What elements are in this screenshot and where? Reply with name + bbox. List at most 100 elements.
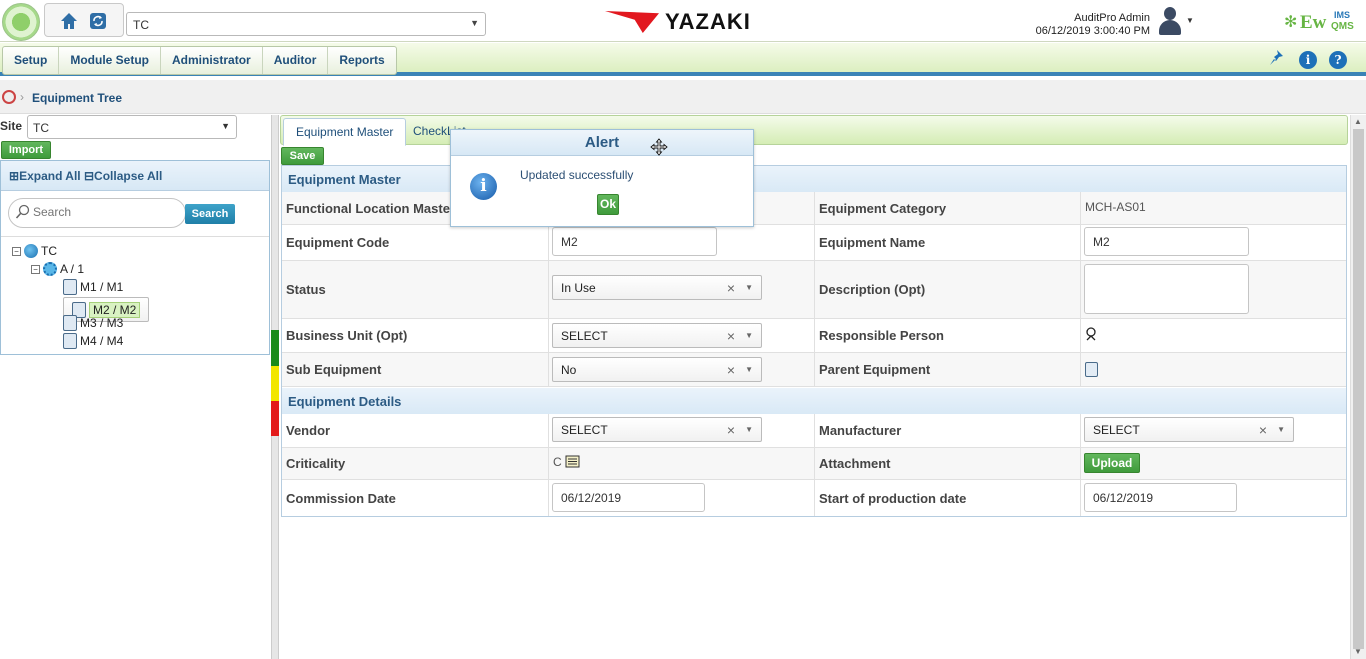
brand-name: YAZAKI [665,9,751,34]
clear-icon[interactable]: × [727,362,735,378]
status-indicator-green [271,330,279,366]
tree-node-label: TC [41,244,57,258]
equipment-icon [63,333,77,349]
home-icon[interactable] [58,10,80,32]
collapse-all-button[interactable]: ⊟Collapse All [84,169,162,183]
chevron-down-icon: ▼ [1277,425,1285,434]
help-icon[interactable]: ? [1329,51,1347,69]
sub-equipment-select-value: No [561,362,577,377]
product-logo: ✻ Ew IMS QMS [1284,8,1364,36]
person-lookup-icon[interactable] [1085,327,1097,344]
vendor-label: Vendor [286,423,331,438]
app-logo-icon[interactable] [2,3,40,41]
clear-icon[interactable]: × [727,422,735,438]
equipment-code-input[interactable]: M2 [552,227,717,256]
module-icon [2,90,16,104]
import-button[interactable]: Import [1,141,51,159]
site-dropdown-value: TC [133,18,149,32]
expand-all-button[interactable]: ⊞Expand All [9,169,81,183]
site-label: Site [0,119,23,133]
equipment-code-label: Equipment Code [286,235,390,250]
form-row: Equipment Code Equipment Name M2 M2 [282,225,1346,261]
status-select-value: In Use [561,280,596,295]
alert-message: Updated successfully [520,168,634,182]
collapse-toggle-icon[interactable]: − [31,264,40,274]
globe-icon [24,244,38,258]
equipment-form-panel: Equipment Master CheckList Save Equipmen… [280,115,1350,659]
tab-bar: Equipment Master CheckList [280,115,1348,146]
move-cursor-icon [650,138,668,156]
criticality-lookup-icon[interactable] [565,455,580,471]
brand-swoosh-icon [605,11,659,33]
user-avatar-icon[interactable] [1155,5,1185,37]
alert-title[interactable]: Alert [451,130,753,156]
status-select[interactable]: In Use × ▼ [552,275,762,300]
description-label: Description (Opt) [819,282,926,297]
left-site-dropdown[interactable]: TC ▼ [27,115,237,139]
production-date-input[interactable]: 06/12/2019 [1084,483,1237,512]
pin-icon[interactable] [1268,49,1286,70]
section-equipment-master: Equipment Master [282,166,1346,192]
scrollbar-thumb[interactable] [1353,129,1364,649]
criticality-value: C [553,455,562,469]
chevron-down-icon: ▼ [745,425,753,434]
menu-module-setup[interactable]: Module Setup [59,47,162,74]
user-menu-caret-icon[interactable]: ▼ [1186,16,1194,25]
collapse-toggle-icon[interactable]: − [12,246,21,256]
scroll-up-icon[interactable]: ▲ [1354,117,1362,126]
form-row: Criticality C Attachment Upload [282,448,1346,480]
info-icon[interactable]: i [1299,51,1317,69]
clear-icon[interactable]: × [727,328,735,344]
current-datetime: 06/12/2019 3:00:40 PM [1035,25,1150,37]
brand-logo: YAZAKI [605,9,785,35]
tree-node-leaf[interactable]: M4 / M4 [63,333,123,349]
business-unit-select-value: SELECT [561,328,608,343]
tree-node-leaf[interactable]: M3 / M3 [63,315,123,331]
ok-button[interactable]: Ok [597,194,619,215]
equipment-name-input[interactable]: M2 [1084,227,1249,256]
svg-text:Ew: Ew [1300,12,1327,33]
vertical-scrollbar[interactable]: ▲ ▼ [1350,115,1366,659]
business-unit-select[interactable]: SELECT × ▼ [552,323,762,348]
equipment-category-label: Equipment Category [819,200,947,216]
menu-auditor[interactable]: Auditor [263,47,329,74]
parent-equipment-label: Parent Equipment [819,362,931,377]
parent-equipment-lookup-icon[interactable] [1085,362,1098,377]
attachment-label: Attachment [819,456,891,471]
equipment-category-value: MCH-AS01 [1085,200,1146,214]
manufacturer-select[interactable]: SELECT × ▼ [1084,417,1294,442]
equipment-name-label: Equipment Name [819,235,926,250]
menu-reports[interactable]: Reports [328,47,395,74]
menu-setup[interactable]: Setup [3,47,60,74]
quick-toolbar [44,3,124,37]
commission-date-input[interactable]: 06/12/2019 [552,483,705,512]
tab-equipment-master[interactable]: Equipment Master [283,118,407,146]
tree-search-input[interactable] [33,205,178,219]
info-icon: i [470,173,497,200]
tree-node-leaf[interactable]: M1 / M1 [63,279,123,295]
clear-icon[interactable]: × [727,280,735,296]
svg-text:QMS: QMS [1331,21,1354,32]
save-button[interactable]: Save [281,147,324,165]
tree-node-root[interactable]: − TC [12,243,57,259]
description-textarea[interactable] [1084,264,1249,314]
main-menu-bar: Setup Module Setup Administrator Auditor… [0,43,1366,76]
clear-icon[interactable]: × [1259,422,1267,438]
left-site-value: TC [33,121,49,135]
section-equipment-details: Equipment Details [282,388,1346,414]
vendor-select[interactable]: SELECT × ▼ [552,417,762,442]
menu-administrator[interactable]: Administrator [161,47,263,74]
tree-toolbar: ⊞Expand All ⊟Collapse All [1,161,269,191]
upload-button[interactable]: Upload [1084,453,1140,473]
site-dropdown[interactable]: TC ▼ [126,12,486,36]
search-button[interactable]: Search [185,204,235,224]
manufacturer-label: Manufacturer [819,423,902,438]
chevron-down-icon: ▼ [745,283,753,292]
tree-search-box [8,198,186,228]
breadcrumb-current[interactable]: Equipment Tree [32,91,122,105]
equipment-tree-panel: ⊞Expand All ⊟Collapse All Search − TC − … [0,160,270,355]
refresh-icon[interactable] [87,10,109,32]
tree-node-child[interactable]: − A / 1 [31,261,84,277]
sub-equipment-select[interactable]: No × ▼ [552,357,762,382]
scroll-down-icon[interactable]: ▼ [1354,647,1362,656]
